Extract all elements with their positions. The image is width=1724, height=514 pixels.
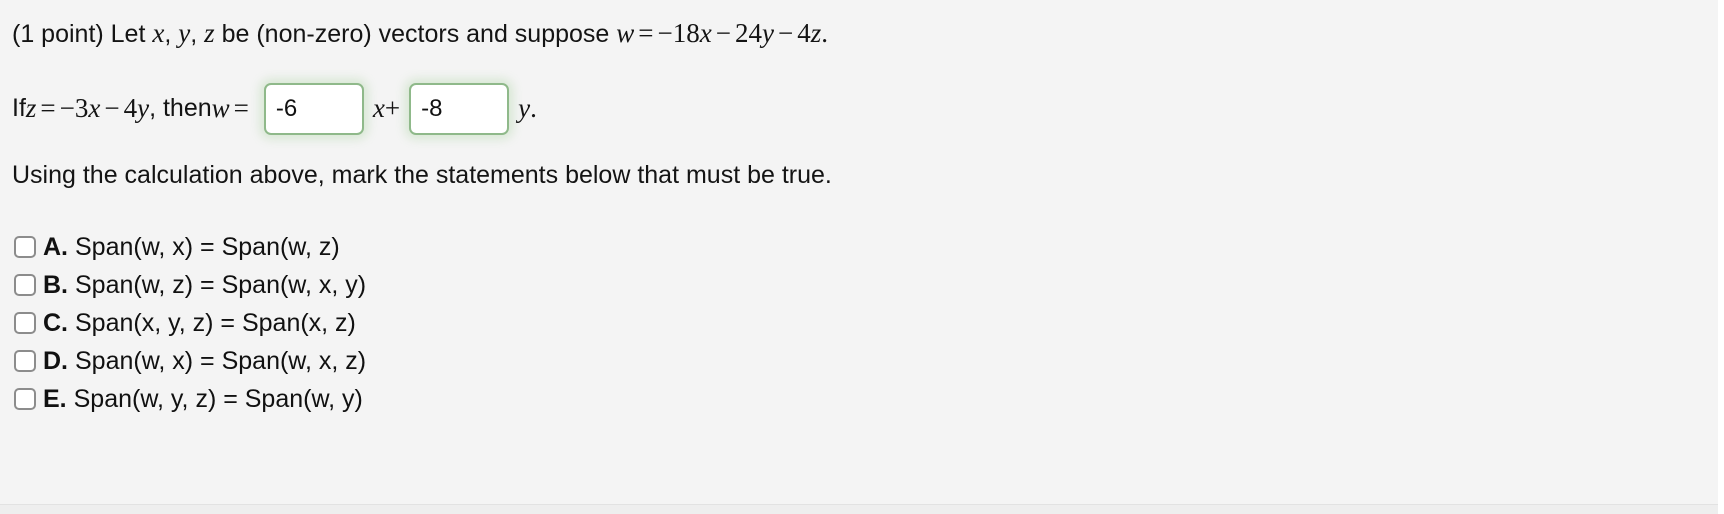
checkbox-c[interactable] — [14, 312, 36, 334]
option-row-a[interactable]: A. Span(w, x) = Span(w, z) — [12, 228, 366, 266]
line-2-var-y: y — [137, 93, 150, 124]
line-2-minus: − — [104, 93, 120, 124]
plus-sign: + — [384, 93, 401, 124]
line-2-coefficient-2: 4 — [123, 93, 138, 124]
options-list: A. Span(w, x) = Span(w, z) B. Span(w, z)… — [12, 228, 366, 418]
option-text-c: Span(x, y, z) = Span(x, z) — [75, 308, 356, 337]
line-2-var-x: x — [88, 93, 101, 124]
option-text-b: Span(w, z) = Span(w, x, y) — [75, 270, 367, 299]
problem-statement-line-1: (1 point) Let x, y, z be (non-zero) vect… — [12, 17, 828, 51]
line-2-equals-1: = — [40, 93, 56, 124]
line-2-var-z: z — [25, 93, 37, 124]
math-minus-1: − — [715, 18, 731, 48]
line-1-period: . — [821, 18, 828, 48]
option-text-a: Span(w, x) = Span(w, z) — [75, 232, 340, 261]
comma-1: , — [164, 20, 179, 48]
option-row-b[interactable]: B. Span(w, z) = Span(w, x, y) — [12, 266, 366, 304]
trailing-var-y: y — [518, 93, 531, 124]
option-row-d[interactable]: D. Span(w, x) = Span(w, x, z) — [12, 342, 366, 380]
bottom-strip — [0, 505, 1724, 514]
option-text-d: Span(w, x) = Span(w, x, z) — [75, 346, 367, 375]
math-term-3-var: z — [810, 18, 822, 48]
problem-page: (1 point) Let x, y, z be (non-zero) vect… — [0, 0, 1724, 514]
instruction-text: Using the calculation above, mark the st… — [12, 161, 832, 189]
math-var-y: y — [178, 18, 191, 48]
math-equals-sign: = — [638, 18, 654, 48]
math-coefficient-1: −18 — [657, 18, 700, 48]
option-letter-d: D. — [43, 346, 68, 375]
math-term-1-var: x — [699, 18, 712, 48]
then-word: , then — [149, 94, 212, 123]
math-var-x: x — [152, 18, 165, 48]
option-row-e[interactable]: E. Span(w, y, z) = Span(w, y) — [12, 380, 366, 418]
math-minus-2: − — [777, 18, 794, 48]
option-row-c[interactable]: C. Span(x, y, z) = Span(x, z) — [12, 304, 366, 342]
option-text-e: Span(w, y, z) = Span(w, y) — [73, 384, 363, 413]
if-word: If — [12, 94, 26, 123]
math-coefficient-3: 4 — [797, 18, 811, 48]
math-term-2-var: y — [761, 18, 774, 48]
option-letter-c: C. — [43, 308, 68, 337]
coefficient-y-input[interactable] — [409, 83, 510, 135]
option-letter-b: B. — [43, 270, 68, 299]
checkbox-d[interactable] — [14, 350, 36, 372]
line-2-coefficient-1: −3 — [59, 93, 89, 124]
comma-2: , — [190, 20, 205, 48]
math-coefficient-2: 24 — [734, 18, 762, 48]
coefficient-x-input[interactable] — [263, 83, 364, 135]
checkbox-a[interactable] — [14, 236, 36, 258]
option-letter-a: A. — [43, 232, 68, 261]
line-2-var-w: w — [211, 93, 230, 124]
trailing-var-x: x — [372, 93, 385, 124]
checkbox-e[interactable] — [14, 388, 36, 410]
math-var-z: z — [204, 18, 215, 48]
problem-statement-line-2: If z=−3x−4y, then w=x+y. — [12, 83, 537, 135]
checkbox-b[interactable] — [14, 274, 36, 296]
math-var-w: w — [616, 18, 635, 48]
line-2-period: . — [530, 93, 537, 124]
line-1-middle-text: be (non-zero) vectors and suppose — [214, 20, 617, 48]
line-2-equals-2: = — [233, 93, 249, 124]
option-letter-e: E. — [43, 384, 67, 413]
points-prefix-text: (1 point) Let — [12, 20, 153, 48]
right-page-edge — [1718, 0, 1724, 514]
